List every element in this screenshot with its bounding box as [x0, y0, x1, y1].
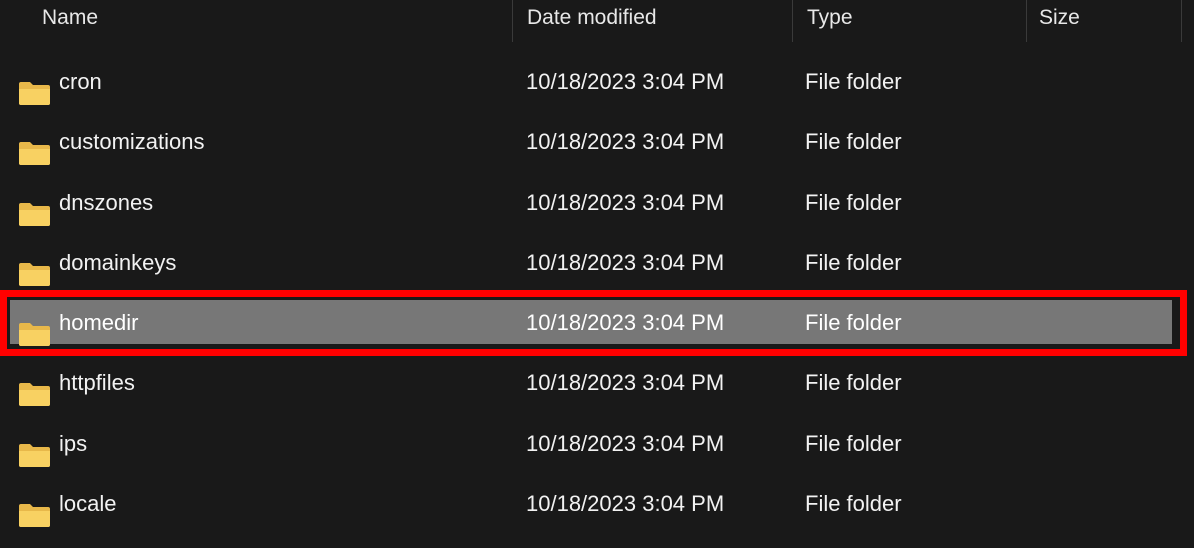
file-row-httpfiles[interactable]: httpfiles 10/18/2023 3:04 PM File folder: [0, 353, 1194, 413]
file-row-customizations[interactable]: customizations 10/18/2023 3:04 PM File fol…: [0, 112, 1194, 172]
folder-icon: [18, 431, 51, 467]
file-name: cron: [59, 69, 102, 94]
file-type: File folder: [805, 310, 902, 336]
file-date-modified: 10/18/2023 3:04 PM: [526, 69, 725, 94]
folder-icon: [18, 310, 51, 347]
folder-icon: [18, 370, 51, 407]
folder-icon: [18, 491, 51, 528]
file-date-modified: 10/18/2023 3:04 PM: [526, 129, 725, 155]
file-row-ips[interactable]: ips 10/18/2023 3:04 PM File folder: [0, 414, 1194, 474]
file-row-homedir[interactable]: homedir 10/18/2023 3:04 PM File folder: [0, 293, 1194, 353]
column-header-type[interactable]: Type: [792, 0, 1026, 42]
file-row-dnszones[interactable]: dnszones 10/18/2023 3:04 PM File folder: [0, 173, 1194, 233]
file-type: File folder: [805, 69, 902, 94]
file-type: File folder: [805, 370, 902, 396]
file-type: File folder: [805, 430, 902, 456]
column-header-date-modified[interactable]: Date modified: [512, 0, 792, 42]
file-date-modified: 10/18/2023 3:04 PM: [526, 249, 725, 275]
file-date-modified: 10/18/2023 3:04 PM: [526, 370, 725, 396]
file-name: dnszones: [59, 189, 154, 215]
file-explorer: Name Date modified Type Size cron 10/18/2…: [0, 0, 1194, 548]
folder-icon: [18, 250, 51, 286]
file-name: domainkeys: [59, 249, 177, 275]
file-list: cron 10/18/2023 3:04 PM File folder customi…: [0, 52, 1194, 534]
column-header-size[interactable]: Size: [1026, 0, 1182, 42]
file-type: File folder: [805, 249, 902, 275]
file-type: File folder: [805, 129, 902, 155]
file-date-modified: 10/18/2023 3:04 PM: [526, 310, 725, 336]
file-date-modified: 10/18/2023 3:04 PM: [526, 430, 725, 456]
file-name: homedir: [59, 310, 139, 336]
column-header-bar: Name Date modified Type Size: [0, 0, 1194, 42]
file-name: customizations: [59, 129, 205, 155]
file-name: ips: [59, 430, 88, 456]
file-date-modified: 10/18/2023 3:04 PM: [526, 491, 725, 517]
file-name: httpfiles: [59, 370, 135, 396]
file-type: File folder: [805, 189, 902, 215]
folder-icon: [18, 190, 51, 226]
file-name: locale: [59, 491, 117, 517]
column-header-name[interactable]: Name: [0, 0, 512, 42]
folder-icon: [18, 69, 51, 105]
file-row-domainkeys[interactable]: domainkeys 10/18/2023 3:04 PM File folder: [0, 233, 1194, 293]
file-date-modified: 10/18/2023 3:04 PM: [526, 189, 725, 215]
file-row-locale[interactable]: locale 10/18/2023 3:04 PM File folder: [0, 474, 1194, 534]
file-row-cron[interactable]: cron 10/18/2023 3:04 PM File folder: [0, 52, 1194, 112]
folder-icon: [18, 129, 51, 166]
file-type: File folder: [805, 491, 902, 517]
